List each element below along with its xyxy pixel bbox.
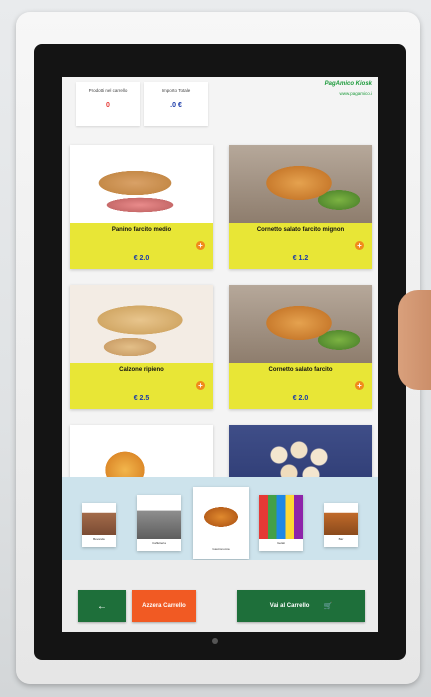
category-gelati[interactable]: Gelati xyxy=(259,495,303,551)
product-card-cornetto-mignon[interactable]: Cornetto salato farcito mignon + € 1.2 xyxy=(229,145,372,269)
back-button[interactable]: ← xyxy=(78,590,126,622)
product-name: Cornetto salato farcito mignon xyxy=(256,227,345,233)
cart-count-box: Prodotti nel carrello 0 xyxy=(76,82,140,126)
category-image xyxy=(259,495,303,539)
arrow-left-icon: ← xyxy=(97,600,107,612)
product-card-panino[interactable]: Panino farcito medio + € 2.0 xyxy=(70,145,213,269)
product-name: Panino farcito medio xyxy=(111,227,172,233)
product-image xyxy=(229,285,372,365)
category-label: Bevande xyxy=(93,537,105,541)
category-bar[interactable]: Bar xyxy=(324,503,358,547)
category-image xyxy=(324,503,358,535)
category-caffetteria[interactable]: Caffetteria xyxy=(137,495,181,551)
category-image xyxy=(193,487,249,545)
add-plus-icon[interactable]: + xyxy=(196,381,205,390)
category-label: Gelati xyxy=(277,541,285,545)
product-card-calzone[interactable]: Calzone ripieno + € 2.5 xyxy=(70,285,213,409)
clear-cart-button[interactable]: Azzera Carrello xyxy=(132,590,196,622)
product-image xyxy=(70,145,213,225)
product-price: € 2.0 xyxy=(133,255,150,262)
product-image xyxy=(70,285,213,365)
category-image xyxy=(82,503,116,535)
category-label: Gastronomia xyxy=(212,547,230,551)
product-name: Cornetto salato farcito xyxy=(268,367,333,373)
camera-dot xyxy=(212,638,218,644)
add-plus-icon[interactable]: + xyxy=(355,241,364,250)
add-plus-icon[interactable]: + xyxy=(196,241,205,250)
product-image xyxy=(229,145,372,225)
product-price: € 2.0 xyxy=(292,395,309,402)
product-price: € 2.5 xyxy=(133,395,150,402)
total-label: Importo Totale xyxy=(161,88,191,93)
hand xyxy=(398,290,431,390)
category-label: Bar xyxy=(338,537,344,541)
go-to-cart-label: Vai al Carrello xyxy=(269,603,310,609)
category-bevande[interactable]: Bevande xyxy=(82,503,116,547)
brand-title: PagAmico Kiosk xyxy=(324,81,372,87)
action-bar: ← Azzera Carrello Vai al Carrello 🛒 xyxy=(62,560,378,632)
kiosk-screen: Prodotti nel carrello 0 Importo Totale .… xyxy=(62,77,378,632)
category-label: Caffetteria xyxy=(152,541,166,545)
product-price: € 1.2 xyxy=(292,255,309,262)
product-card-cornetto[interactable]: Cornetto salato farcito + € 2.0 xyxy=(229,285,372,409)
brand-url: www.pagamico.i xyxy=(339,91,372,96)
category-gastronomia[interactable]: Gastronomia xyxy=(193,487,249,559)
cart-count-label: Prodotti nel carrello xyxy=(88,88,128,93)
cart-count-value: 0 xyxy=(106,102,110,109)
category-carousel[interactable]: Bevande Caffetteria Gastronomia Gelati B… xyxy=(62,477,378,560)
cart-icon: 🛒 xyxy=(323,603,333,610)
go-to-cart-button[interactable]: Vai al Carrello 🛒 xyxy=(237,590,365,622)
clear-cart-label: Azzera Carrello xyxy=(142,603,186,609)
add-plus-icon[interactable]: + xyxy=(355,381,364,390)
total-box: Importo Totale .0 € xyxy=(144,82,208,126)
total-value: .0 € xyxy=(170,102,182,109)
product-name: Calzone ripieno xyxy=(119,367,164,373)
category-image xyxy=(137,495,181,539)
